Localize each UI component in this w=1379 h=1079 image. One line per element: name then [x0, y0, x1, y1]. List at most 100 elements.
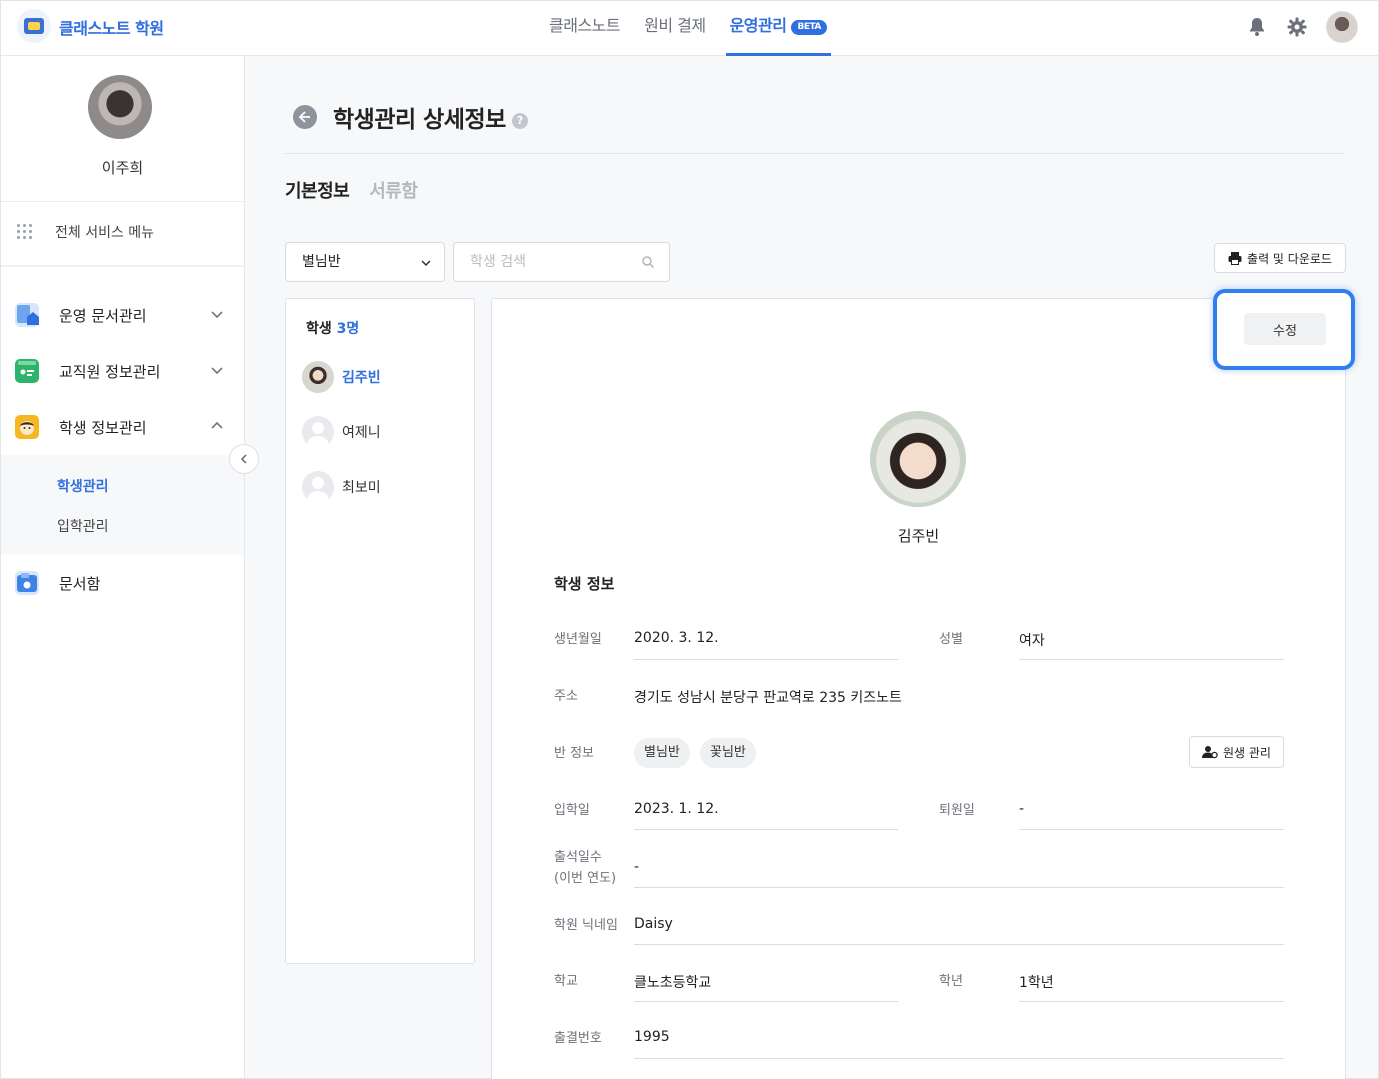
- field-label: 주소: [554, 689, 578, 704]
- edit-button-highlight: 수정: [1213, 289, 1355, 370]
- field-underline: [634, 829, 898, 830]
- address-value: 경기도 성남시 분당구 판교역로 235 키즈노트: [634, 690, 902, 706]
- chevron-down-icon: [211, 367, 223, 375]
- attendance-label-line1: 출석일수: [554, 850, 602, 865]
- print-download-button[interactable]: 출력 및 다운로드: [1214, 243, 1346, 273]
- field-underline: [634, 1001, 898, 1002]
- sidebar: 이주희 전체 서비스 메뉴 운영 문서관리 교직원 정보관리 학생 정보관리 학…: [1, 56, 245, 1078]
- field-label: 출석일수 (이번 연도): [554, 847, 616, 889]
- student-face-icon: [15, 415, 39, 439]
- student-name: 여제니: [342, 425, 381, 441]
- field-label: 생년월일: [554, 632, 602, 647]
- field-label: 입학일: [554, 803, 590, 818]
- field-label: 학교: [554, 974, 578, 989]
- edit-button[interactable]: 수정: [1244, 313, 1326, 345]
- enroll-value: 2023. 1. 12.: [634, 801, 719, 817]
- printer-icon: [1228, 252, 1242, 265]
- student-avatar: [302, 361, 334, 393]
- header-actions: [1246, 11, 1358, 43]
- class-select-value: 별님반: [302, 254, 341, 270]
- tab-basic-info[interactable]: 기본정보: [285, 177, 350, 203]
- sidebar-item-label: 학생 정보관리: [59, 418, 147, 437]
- class-chip: 별님반: [634, 738, 690, 768]
- student-name: 김주빈: [342, 370, 381, 386]
- attendance-number-value: 1995: [634, 1029, 670, 1045]
- logo-icon: [24, 18, 44, 34]
- sidebar-divider: [1, 201, 244, 202]
- sidebar-item-students[interactable]: 학생 정보관리: [15, 412, 230, 442]
- section-title: 학생 정보: [554, 575, 615, 593]
- top-header: 클래스노트 학원 클래스노트 원비 결제 운영관리 BETA: [1, 1, 1378, 56]
- sidebar-collapse-button[interactable]: [229, 444, 259, 474]
- student-name: 최보미: [342, 480, 381, 496]
- chevron-down-icon: [211, 311, 223, 319]
- brand-name[interactable]: 클래스노트 학원: [59, 15, 164, 39]
- school-value: 클노초등학교: [634, 975, 712, 991]
- student-count-prefix: 학생: [306, 321, 337, 337]
- users-gear-icon: [1202, 746, 1218, 759]
- student-detail-name: 김주빈: [897, 527, 940, 545]
- submenu-student-management[interactable]: 학생관리: [57, 476, 109, 496]
- chevron-left-icon: [240, 454, 247, 464]
- gear-icon[interactable]: [1286, 16, 1308, 38]
- arrow-left-icon: [298, 111, 310, 123]
- nav-tuition-payment[interactable]: 원비 결제: [644, 1, 706, 56]
- nav-classnote[interactable]: 클래스노트: [549, 1, 621, 56]
- print-download-label: 출력 및 다운로드: [1247, 251, 1332, 266]
- all-services-menu[interactable]: 전체 서비스 메뉴: [17, 222, 154, 242]
- default-avatar-icon: [302, 471, 334, 503]
- student-count: 3명: [336, 321, 360, 337]
- attendance-value: -: [634, 859, 640, 875]
- all-services-label: 전체 서비스 메뉴: [55, 225, 155, 241]
- sidebar-item-staff[interactable]: 교직원 정보관리: [15, 356, 230, 386]
- sidebar-item-label: 교직원 정보관리: [59, 362, 161, 381]
- class-chip: 꽃님반: [700, 738, 756, 768]
- student-search[interactable]: [453, 242, 670, 282]
- document-box-icon: [15, 571, 39, 595]
- student-management-label: 원생 관리: [1223, 745, 1271, 760]
- grade-value: 1학년: [1019, 975, 1054, 991]
- student-management-button[interactable]: 원생 관리: [1189, 736, 1284, 768]
- profile-name: 이주희: [101, 159, 144, 177]
- staff-card-icon: [15, 359, 39, 383]
- sidebar-item-document-box[interactable]: 문서함: [15, 568, 230, 598]
- list-item[interactable]: 최보미: [302, 471, 381, 503]
- field-underline: [1019, 1001, 1284, 1002]
- bell-icon[interactable]: [1246, 16, 1268, 38]
- field-underline: [1019, 829, 1284, 830]
- sidebar-divider: [1, 265, 244, 267]
- chevron-up-icon: [211, 421, 223, 429]
- user-avatar[interactable]: [1326, 11, 1358, 43]
- student-detail-panel: 김주빈 학생 정보 생년월일 2020. 3. 12. 성별 여자 주소 경기도…: [491, 298, 1346, 1079]
- page-title: 학생관리 상세정보?: [333, 100, 528, 134]
- chevron-down-icon: [421, 260, 431, 267]
- tab-documents[interactable]: 서류함: [369, 177, 418, 203]
- field-underline: [634, 944, 1284, 945]
- class-select[interactable]: 별님반: [285, 242, 445, 282]
- field-underline: [1019, 659, 1284, 660]
- help-icon[interactable]: ?: [511, 113, 528, 129]
- document-home-icon: [15, 303, 39, 327]
- list-item[interactable]: 여제니: [302, 416, 381, 448]
- back-button[interactable]: [293, 105, 317, 129]
- list-item[interactable]: 김주빈: [302, 361, 381, 393]
- student-count-title: 학생 3명: [306, 318, 359, 338]
- detail-tabs: 기본정보 서류함: [285, 177, 418, 203]
- nav-operations[interactable]: 운영관리 BETA: [725, 1, 832, 56]
- main-nav: 클래스노트 원비 결제 운영관리 BETA: [549, 1, 832, 56]
- app-logo[interactable]: [17, 9, 51, 43]
- submenu-background: [1, 455, 244, 555]
- field-label: 학년: [939, 974, 963, 989]
- field-underline: [634, 1058, 1284, 1059]
- nav-operations-label: 운영관리: [729, 16, 787, 35]
- birth-value: 2020. 3. 12.: [634, 630, 719, 646]
- search-icon[interactable]: [641, 255, 655, 269]
- sidebar-item-label: 문서함: [59, 574, 101, 593]
- submenu-admission-management[interactable]: 입학관리: [57, 516, 109, 536]
- profile-avatar: [88, 75, 152, 139]
- student-photo: [870, 411, 966, 507]
- student-search-input[interactable]: [454, 243, 624, 281]
- sidebar-item-documents[interactable]: 운영 문서관리: [15, 300, 230, 330]
- grid-dots-icon: [17, 224, 33, 240]
- field-label: 퇴원일: [939, 803, 975, 818]
